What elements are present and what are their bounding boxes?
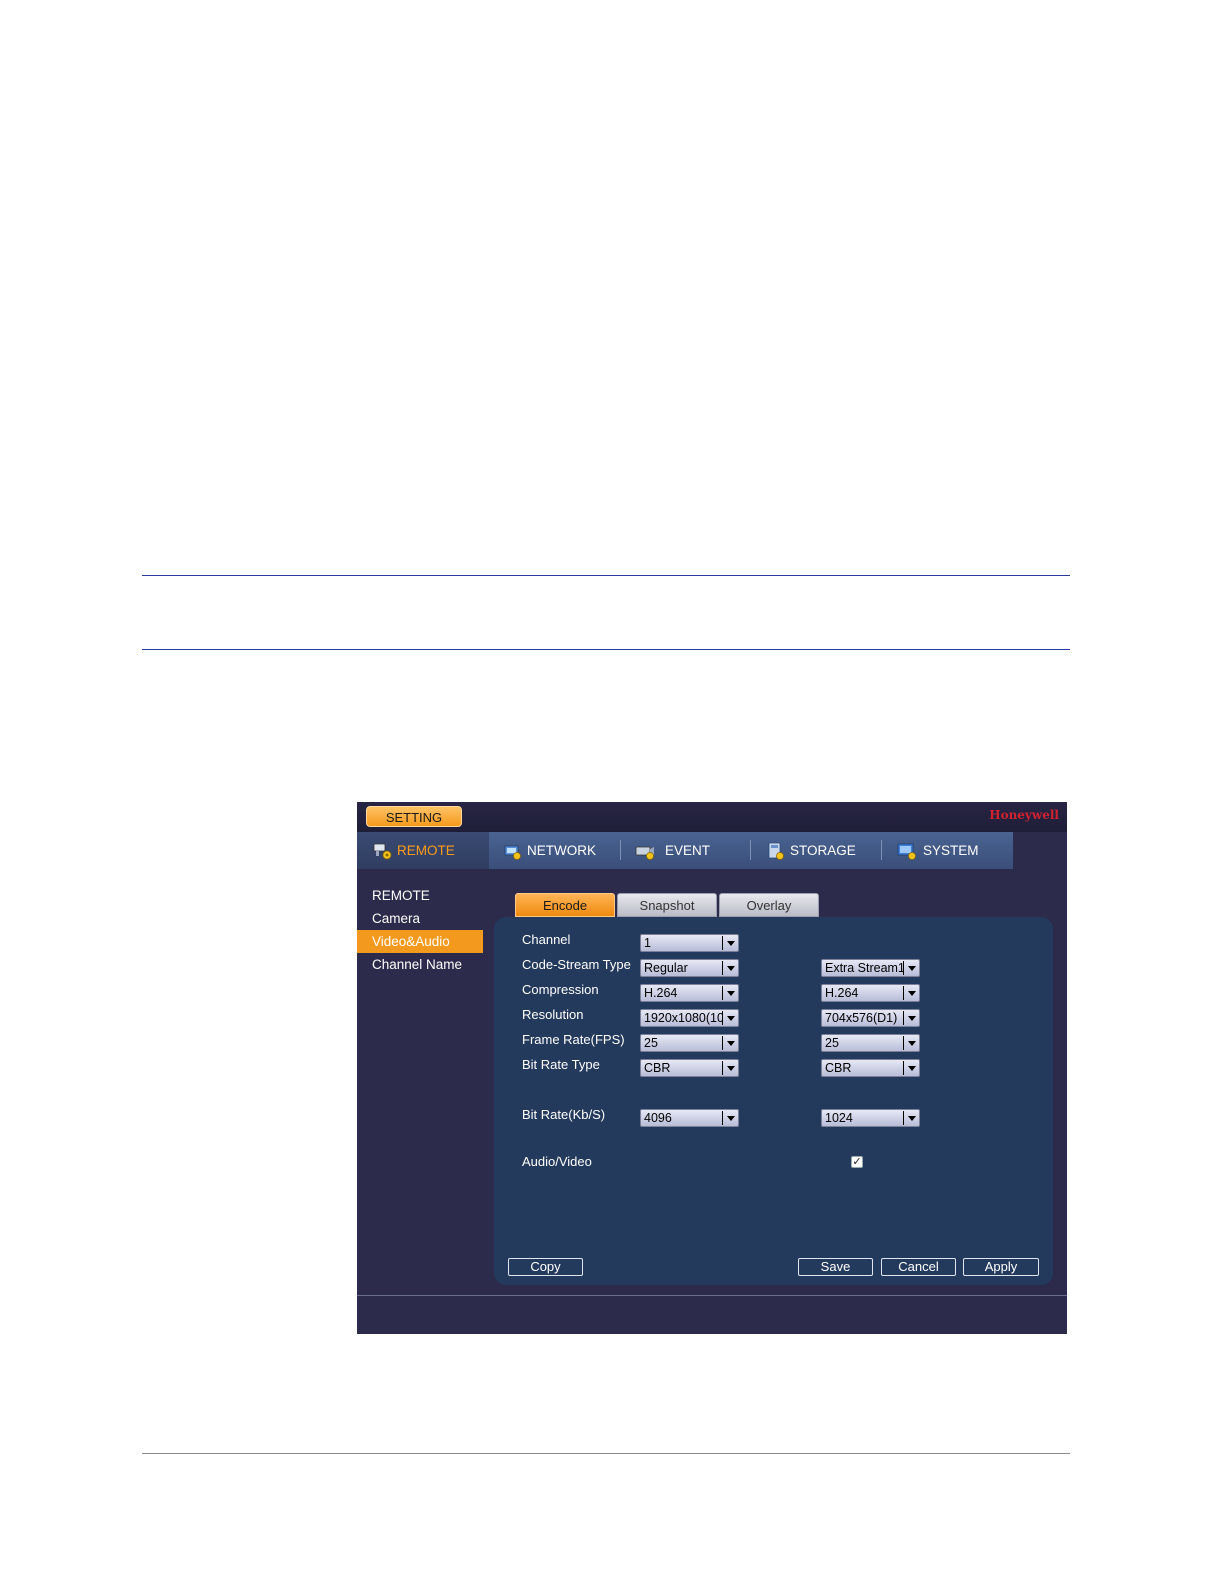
copy-button[interactable]: Copy <box>508 1258 583 1276</box>
chevron-down-icon <box>722 986 736 1000</box>
main-bit-rate-select[interactable]: 4096 <box>640 1109 739 1127</box>
sidebar: REMOTE Camera Video&Audio Channel Name <box>357 884 487 976</box>
menu-item-label: EVENT <box>665 843 711 858</box>
select-value: 704x576(D1) <box>825 1011 898 1025</box>
cancel-button[interactable]: Cancel <box>881 1258 956 1276</box>
sidebar-item-channel-name[interactable]: Channel Name <box>357 953 483 976</box>
extra-stream-type-select[interactable]: Extra Stream1 <box>821 959 920 977</box>
extra-resolution-select[interactable]: 704x576(D1) <box>821 1009 920 1027</box>
frame-rate-label: Frame Rate(FPS) <box>522 1032 625 1047</box>
bit-rate-type-label: Bit Rate Type <box>522 1057 600 1072</box>
setting-button[interactable]: SETTING <box>366 806 462 827</box>
chevron-down-icon <box>903 961 917 975</box>
menu-item-network[interactable]: NETWORK <box>503 832 618 869</box>
select-value: Regular <box>644 961 688 975</box>
menu-item-system[interactable]: SYSTEM <box>897 832 1013 869</box>
menu-item-label: STORAGE <box>790 843 856 858</box>
chevron-down-icon <box>722 1111 736 1125</box>
menu-item-storage[interactable]: STORAGE <box>766 832 881 869</box>
sidebar-item-camera[interactable]: Camera <box>357 907 483 930</box>
apply-button[interactable]: Apply <box>963 1258 1039 1276</box>
main-compression-select[interactable]: H.264 <box>640 984 739 1002</box>
chevron-down-icon <box>722 961 736 975</box>
extra-bit-rate-select[interactable]: 1024 <box>821 1109 920 1127</box>
chevron-down-icon <box>903 986 917 1000</box>
header-rule-bottom <box>142 649 1070 650</box>
chevron-down-icon <box>903 1036 917 1050</box>
extra-bit-rate-type-select[interactable]: CBR <box>821 1059 920 1077</box>
stream-type-label: Code-Stream Type <box>522 957 631 972</box>
main-resolution-select[interactable]: 1920x1080(1080P) <box>640 1009 739 1027</box>
chevron-down-icon <box>722 936 736 950</box>
resolution-label: Resolution <box>522 1007 584 1022</box>
select-value: 1024 <box>825 1111 853 1125</box>
chevron-down-icon <box>722 1061 736 1075</box>
menu-item-label: NETWORK <box>527 843 596 858</box>
sidebar-item-video-audio[interactable]: Video&Audio <box>357 930 483 953</box>
sidebar-item-remote[interactable]: REMOTE <box>357 884 483 907</box>
dvr-setting-window: SETTING Honeywell REMOTE NETWORK EVENT S… <box>357 802 1067 1334</box>
main-stream-type-select[interactable]: Regular <box>640 959 739 977</box>
save-button[interactable]: Save <box>798 1258 873 1276</box>
extra-frame-rate-select[interactable]: 25 <box>821 1034 920 1052</box>
footer-divider <box>357 1295 1067 1296</box>
menu-separator <box>881 840 882 860</box>
select-value: 25 <box>825 1036 839 1050</box>
brand-logo: Honeywell <box>989 808 1059 822</box>
select-value: 1920x1080(1080P) <box>644 1011 722 1025</box>
channel-label: Channel <box>522 932 571 947</box>
select-value: CBR <box>644 1061 671 1075</box>
title-bar: SETTING Honeywell <box>357 802 1067 832</box>
menu-item-label: SYSTEM <box>923 843 979 858</box>
tab-encode[interactable]: Encode <box>515 893 615 917</box>
chevron-down-icon <box>722 1036 736 1050</box>
select-value: H.264 <box>825 986 859 1000</box>
chevron-down-icon <box>722 1011 736 1025</box>
select-value: 25 <box>644 1036 658 1050</box>
main-menu-bar: REMOTE NETWORK EVENT STORAGE SYSTEM <box>357 832 1013 869</box>
menu-item-label: REMOTE <box>397 843 455 858</box>
event-camera-icon <box>635 841 655 861</box>
select-value: CBR <box>825 1061 852 1075</box>
chevron-down-icon <box>903 1061 917 1075</box>
menu-item-remote[interactable]: REMOTE <box>357 832 489 869</box>
main-frame-rate-select[interactable]: 25 <box>640 1034 739 1052</box>
footer-rule <box>142 1453 1070 1454</box>
tab-snapshot[interactable]: Snapshot <box>617 893 717 917</box>
menu-separator <box>620 840 621 860</box>
chevron-down-icon <box>903 1011 917 1025</box>
compression-label: Compression <box>522 982 599 997</box>
chevron-down-icon <box>903 1111 917 1125</box>
audio-video-checkbox[interactable]: ✓ <box>851 1156 863 1168</box>
bit-rate-label: Bit Rate(Kb/S) <box>522 1107 606 1122</box>
extra-compression-select[interactable]: H.264 <box>821 984 920 1002</box>
select-value: 4096 <box>644 1111 672 1125</box>
storage-icon <box>766 841 786 861</box>
tab-overlay[interactable]: Overlay <box>719 893 819 917</box>
camera-gear-icon <box>373 841 393 861</box>
menu-item-event[interactable]: EVENT <box>635 832 745 869</box>
menu-separator <box>750 840 751 860</box>
select-value: Extra Stream1 <box>825 961 903 975</box>
header-rule-top <box>142 575 1070 576</box>
select-value: H.264 <box>644 986 678 1000</box>
main-bit-rate-type-select[interactable]: CBR <box>640 1059 739 1077</box>
select-value: 1 <box>644 936 651 950</box>
audio-video-label: Audio/Video <box>522 1154 592 1169</box>
system-monitor-icon <box>897 841 917 861</box>
encode-panel: Channel 1 Code-Stream Type Regular Extra… <box>494 917 1053 1285</box>
network-icon <box>503 841 523 861</box>
channel-select[interactable]: 1 <box>640 934 739 952</box>
